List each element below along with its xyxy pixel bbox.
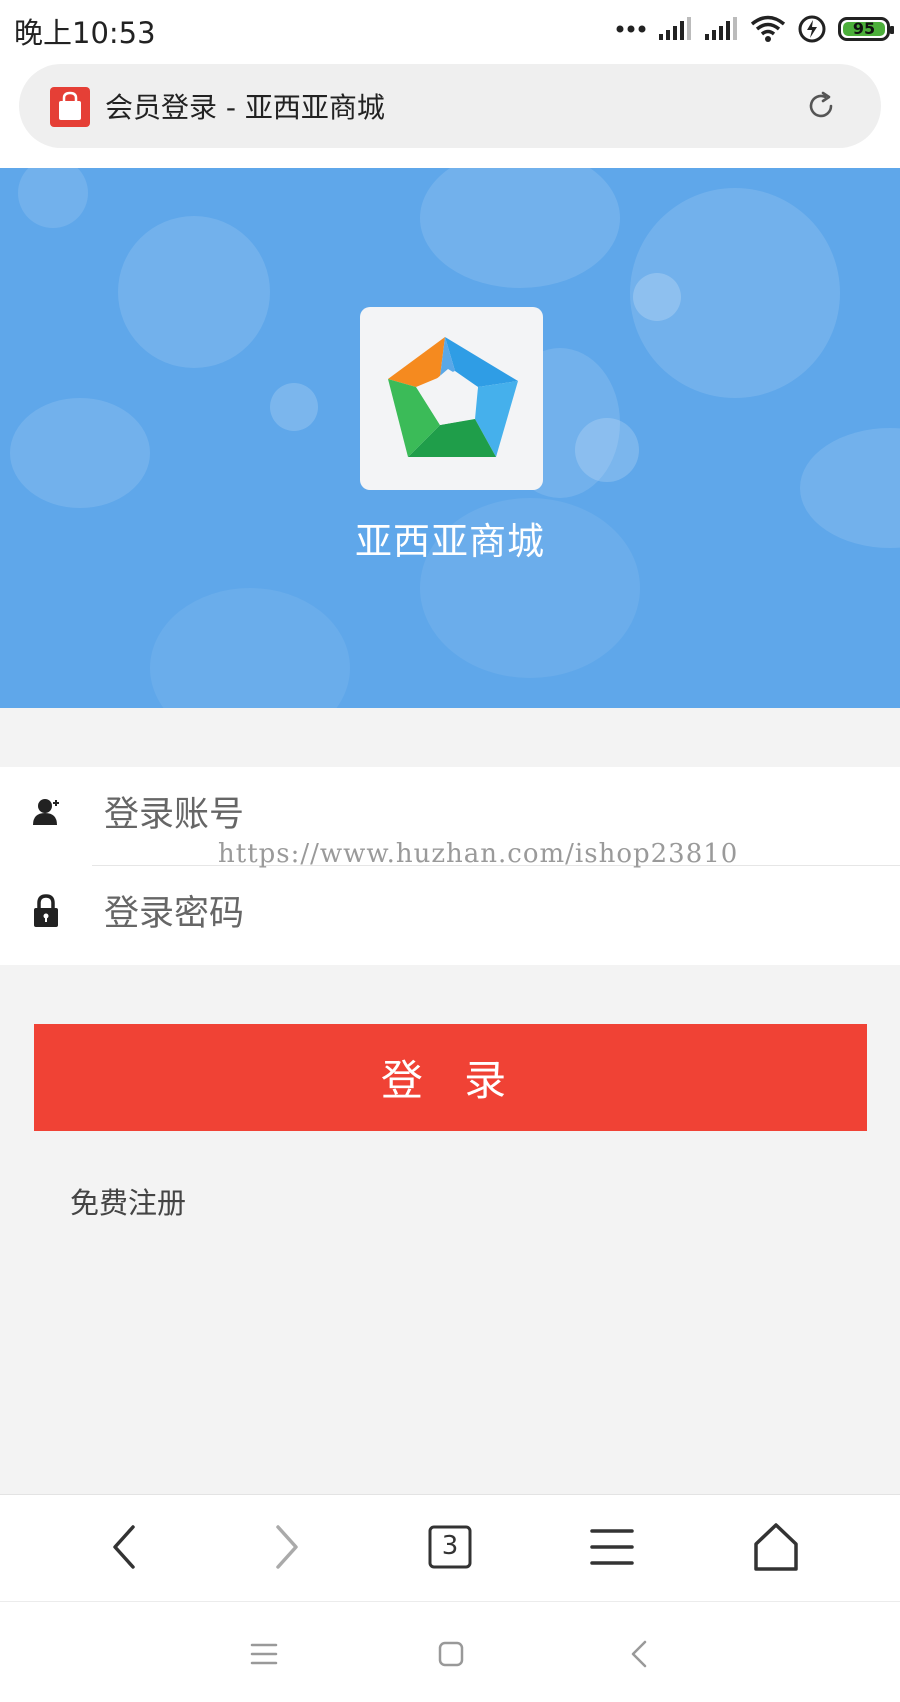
signal-icon: [705, 17, 737, 40]
password-input[interactable]: [104, 884, 864, 944]
home-icon[interactable]: [746, 1517, 806, 1577]
account-row: https://www.huzhan.com/ishop23810: [0, 767, 900, 869]
browser-address-area: 会员登录 - 亚西亚商城: [0, 58, 900, 168]
status-bar: 晚上10:53 95: [0, 0, 900, 58]
menu-icon[interactable]: [582, 1517, 642, 1577]
user-icon: [33, 799, 59, 825]
lock-icon: [34, 894, 58, 927]
system-back-icon[interactable]: [620, 1634, 660, 1674]
charging-icon: [798, 15, 826, 43]
signal-icon: [659, 17, 691, 40]
battery-level: 95: [852, 19, 876, 38]
forward-icon[interactable]: [256, 1517, 316, 1577]
tabs-button[interactable]: 3: [420, 1517, 480, 1577]
login-form: https://www.huzhan.com/ishop23810: [0, 767, 900, 965]
pentagon-logo: [360, 307, 543, 490]
wifi-icon: [750, 15, 786, 42]
status-time: 晚上10:53: [14, 16, 156, 50]
recent-apps-icon[interactable]: [244, 1634, 284, 1674]
account-input[interactable]: [104, 785, 864, 845]
page-title: 会员登录 - 亚西亚商城: [105, 91, 385, 124]
register-link[interactable]: 免费注册: [70, 1180, 186, 1222]
system-nav-bar: [0, 1601, 900, 1702]
store-banner: 亚西亚商城: [0, 168, 900, 708]
store-name: 亚西亚商城: [355, 520, 545, 563]
browser-toolbar: 3: [0, 1494, 900, 1601]
password-row: [0, 866, 900, 965]
tab-count: 3: [441, 1531, 459, 1561]
login-button[interactable]: 登 录: [34, 1024, 867, 1131]
shopping-bag-icon: [50, 87, 90, 127]
address-bar[interactable]: 会员登录 - 亚西亚商城: [19, 64, 881, 148]
back-icon[interactable]: [95, 1517, 155, 1577]
reload-icon[interactable]: [803, 88, 839, 124]
home-square-icon[interactable]: [431, 1634, 471, 1674]
battery-icon: 95: [838, 17, 894, 41]
status-icons: 95: [616, 12, 894, 46]
dots-icon: [616, 25, 646, 33]
